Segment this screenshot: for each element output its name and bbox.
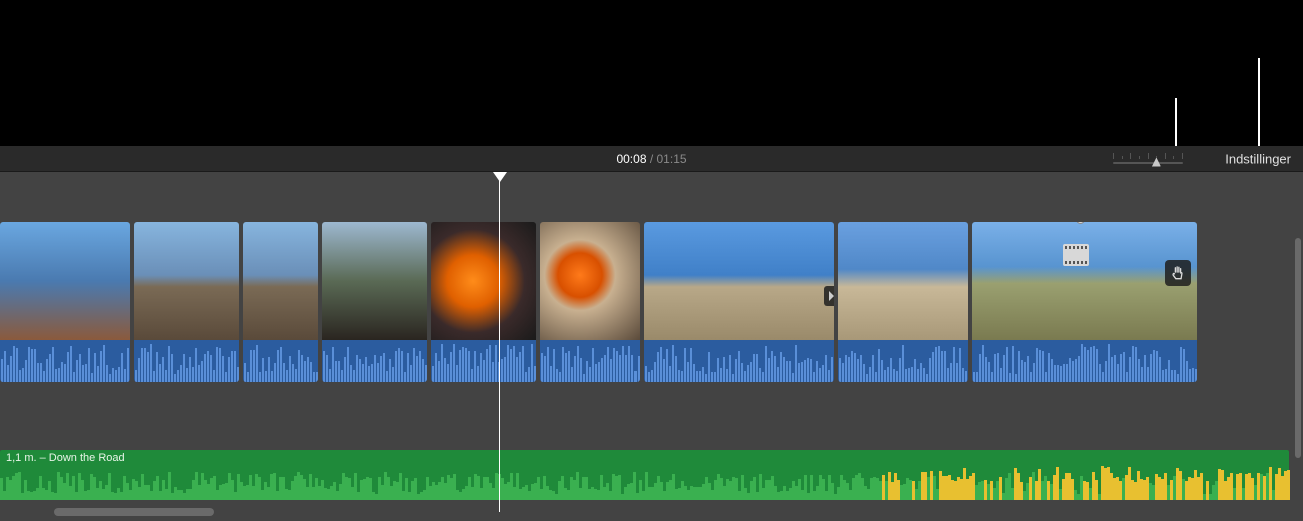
video-clip[interactable] [540, 222, 640, 382]
clip-waveform [838, 340, 968, 382]
clip-thumbnail [134, 222, 239, 340]
timeline-area[interactable]: 4,0 s – THE GREAT SK... 1,8 s – MOAB 1,1 … [0, 172, 1303, 521]
preview-area [0, 0, 1303, 146]
audio-clip-label: 1,1 m. – Down the Road [6, 452, 125, 464]
time-total: 01:15 [657, 152, 687, 166]
video-clip[interactable] [972, 222, 1197, 382]
clip-thumbnail [644, 222, 834, 340]
video-clip[interactable] [134, 222, 239, 382]
clip-thumbnail [431, 222, 536, 340]
scrollbar-thumb[interactable] [54, 508, 214, 516]
audio-waveform [0, 465, 1289, 500]
clip-thumbnail [972, 222, 1197, 340]
clip-thumbnail [0, 222, 130, 340]
audio-track[interactable]: 1,1 m. – Down the Road [0, 450, 1289, 500]
vertical-scrollbar[interactable] [1295, 238, 1301, 458]
video-clip[interactable] [243, 222, 318, 382]
clip-waveform [431, 340, 536, 382]
clip-thumbnail [322, 222, 427, 340]
zoom-ticks [1113, 153, 1183, 159]
time-display: 00:08 / 01:15 [616, 152, 686, 166]
video-clip[interactable] [322, 222, 427, 382]
clip-waveform [644, 340, 834, 382]
clip-thumbnail [243, 222, 318, 340]
zoom-track [1113, 162, 1183, 164]
video-track: 4,0 s – THE GREAT SK... 1,8 s – MOAB [0, 222, 1197, 382]
clip-thumbnail [838, 222, 968, 340]
video-clip[interactable] [431, 222, 536, 382]
clip-waveform [322, 340, 427, 382]
settings-button[interactable]: Indstillinger [1225, 151, 1291, 166]
clip-waveform [972, 340, 1197, 382]
zoom-slider[interactable] [1113, 152, 1183, 166]
horizontal-scrollbar[interactable] [2, 508, 1301, 518]
clip-waveform [243, 340, 318, 382]
callout-line-settings [1258, 58, 1260, 156]
stabilization-icon[interactable] [1165, 260, 1191, 286]
playhead[interactable] [499, 172, 500, 512]
clip-thumbnail [540, 222, 640, 340]
video-clip[interactable] [838, 222, 968, 382]
video-clip[interactable]: 4,0 s – THE GREAT SK... [0, 222, 130, 382]
video-clip[interactable]: 1,8 s – MOAB [644, 222, 834, 382]
clip-waveform [134, 340, 239, 382]
freeze-frame-icon[interactable] [1063, 244, 1089, 266]
transition-icon[interactable] [824, 286, 834, 306]
clip-waveform [0, 340, 130, 382]
time-current: 00:08 [616, 152, 646, 166]
timeline-toolbar: 00:08 / 01:15 Indstillinger [0, 146, 1303, 172]
clip-waveform [540, 340, 640, 382]
